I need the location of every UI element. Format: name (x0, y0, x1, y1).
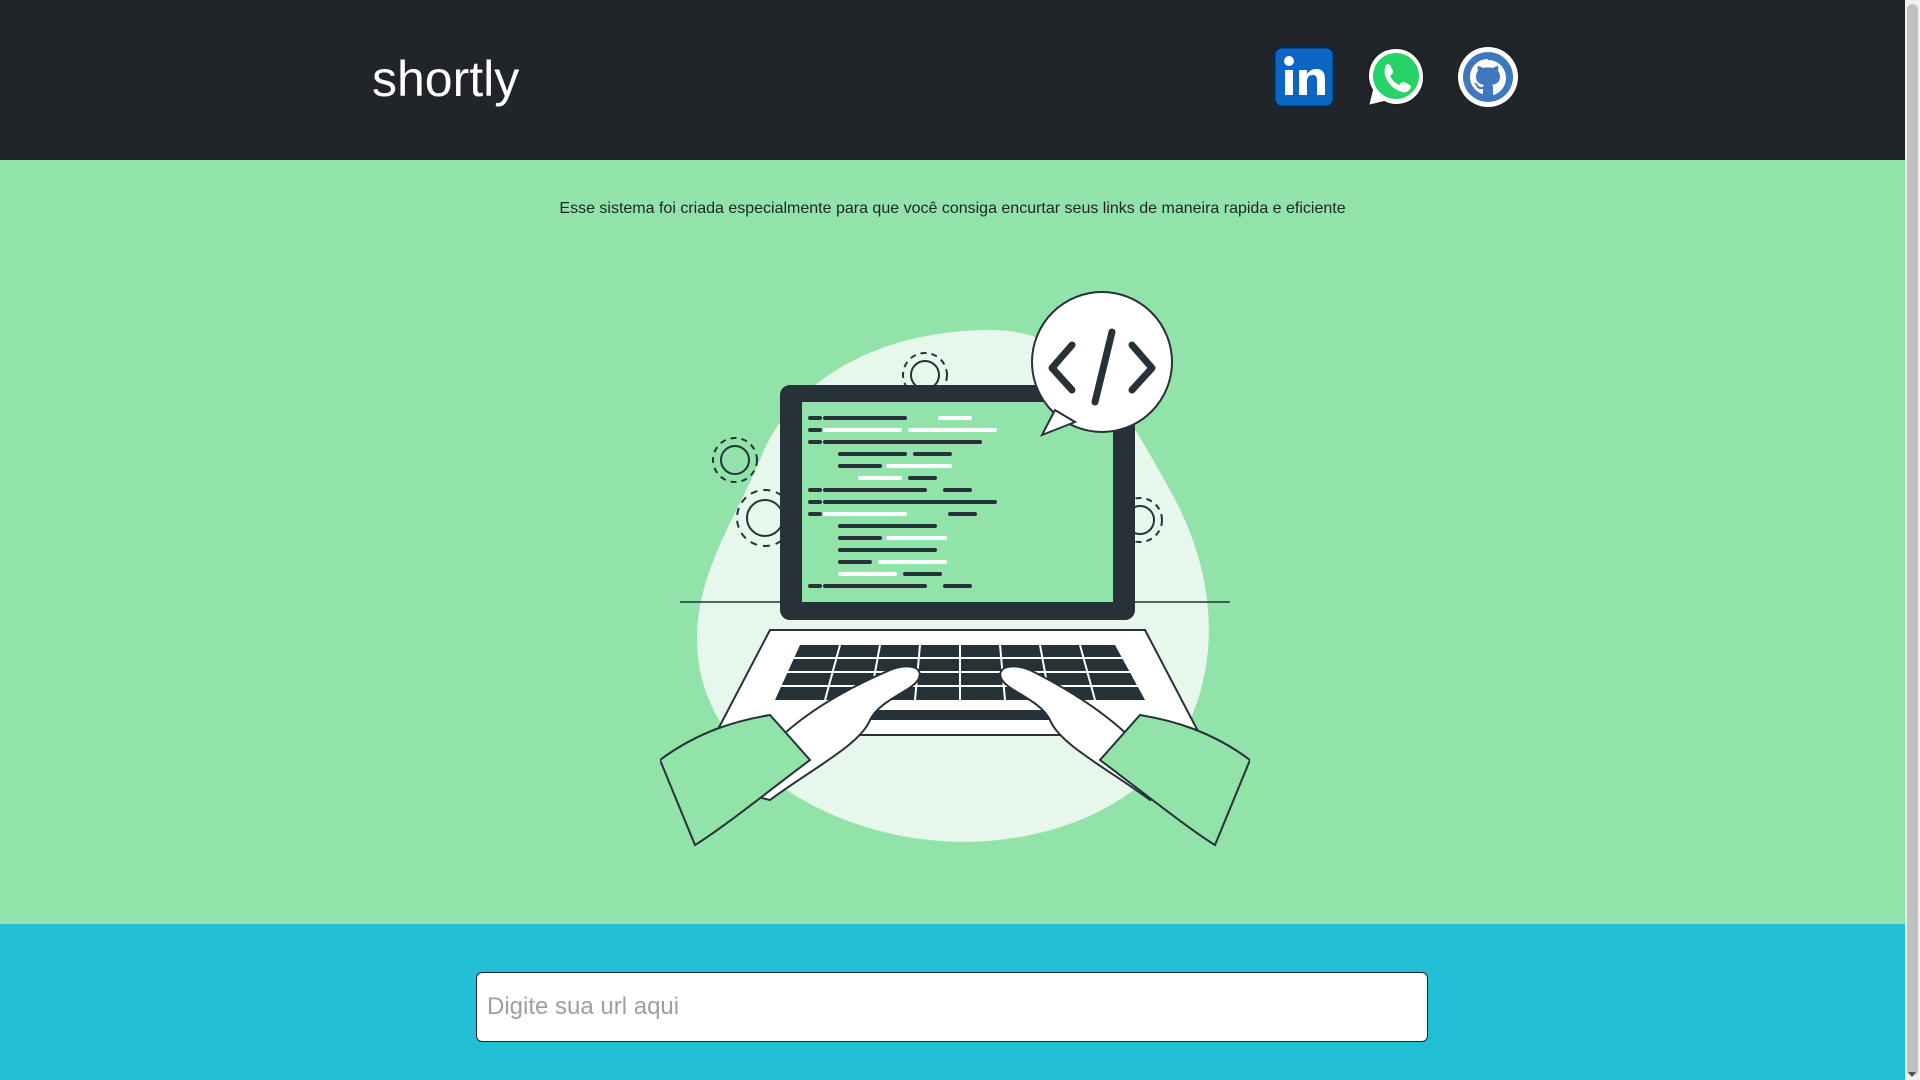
scrollbar-thumb[interactable] (1907, 4, 1918, 1076)
scroll-down-arrow-icon[interactable] (1908, 1072, 1916, 1077)
whatsapp-link[interactable] (1364, 45, 1428, 109)
shorten-form-section (0, 924, 1905, 1080)
vertical-scrollbar[interactable] (1905, 0, 1920, 1080)
hero-section: Esse sistema foi criada especialmente pa… (0, 160, 1905, 924)
whatsapp-icon (1366, 46, 1426, 108)
top-navbar: shortly (0, 0, 1905, 160)
github-link[interactable] (1456, 45, 1520, 109)
hero-tagline: Esse sistema foi criada especialmente pa… (559, 200, 1346, 217)
laptop-coding-illustration (660, 291, 1250, 847)
linkedin-icon (1272, 45, 1336, 109)
linkedin-link[interactable] (1272, 45, 1336, 109)
brand-logo-link[interactable]: shortly (372, 48, 519, 110)
url-input[interactable] (476, 972, 1428, 1042)
github-icon (1458, 47, 1518, 107)
page: shortly Esse sistema foi criada especial… (0, 0, 1905, 1080)
